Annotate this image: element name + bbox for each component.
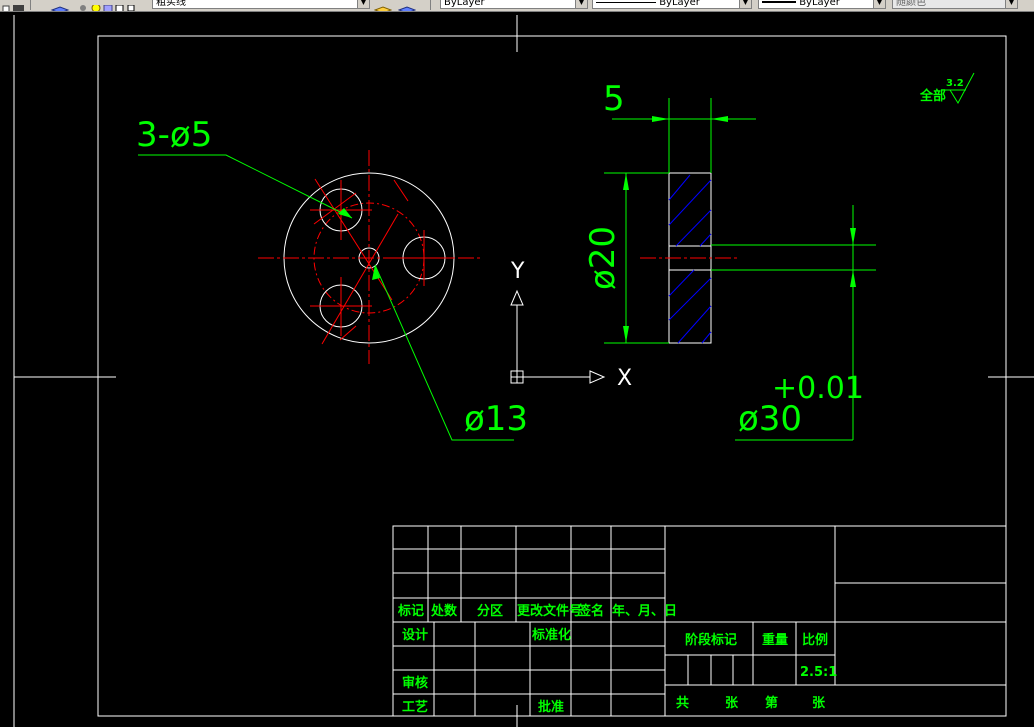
svg-text:共: 共 xyxy=(676,695,689,711)
svg-text:审核: 审核 xyxy=(402,675,428,691)
thickness-dimension: 5 xyxy=(603,79,625,119)
center-hole-dimension: ø13 xyxy=(464,399,528,439)
holes-dimension: 3-ø5 xyxy=(136,115,212,155)
centerlines xyxy=(258,150,480,364)
lineweight-dropdown[interactable]: ByLayer ▼ xyxy=(758,0,886,9)
svg-text:X: X xyxy=(617,366,632,391)
svg-text:阶段标记: 阶段标记 xyxy=(685,632,737,648)
svg-text:设计: 设计 xyxy=(402,627,428,643)
color-dropdown[interactable]: ByLayer ▼ xyxy=(440,0,588,9)
layers-icon[interactable] xyxy=(50,0,70,11)
svg-text:工艺: 工艺 xyxy=(402,699,428,715)
diameter-dimension: ø20 xyxy=(583,226,623,290)
svg-text:张: 张 xyxy=(725,696,739,711)
roughness-symbol: 全部 3.2 xyxy=(919,72,975,105)
front-view: 3-ø5 ø13 xyxy=(136,115,528,441)
svg-text:重量: 重量 xyxy=(762,632,788,648)
drawing-canvas[interactable]: 3-ø5 ø13 5 ø20 +0.01 ø30 全部 3.2 X Y 标记 处… xyxy=(0,12,1034,727)
chevron-down-icon[interactable]: ▼ xyxy=(357,0,369,8)
layer-dropdown[interactable]: 粗实线 ▼ xyxy=(152,0,370,9)
chevron-down-icon[interactable]: ▼ xyxy=(1005,0,1017,8)
svg-text:比例: 比例 xyxy=(802,632,828,648)
svg-text:分区: 分区 xyxy=(477,603,503,619)
svg-text:年、月、日: 年、月、日 xyxy=(612,603,677,619)
svg-text:张: 张 xyxy=(812,696,826,711)
layer-manager-button[interactable] xyxy=(0,0,26,11)
chevron-down-icon[interactable]: ▼ xyxy=(575,0,587,8)
properties-toolbar: 粗实线 ▼ ByLayer ▼ ByLayer ▼ ByLayer ▼ 随颜色 … xyxy=(0,0,1034,12)
linetype-dropdown[interactable]: ByLayer ▼ xyxy=(592,0,752,9)
svg-text:全部: 全部 xyxy=(919,88,946,104)
svg-text:标准化: 标准化 xyxy=(531,627,571,643)
layer-previous-icon[interactable] xyxy=(397,0,417,11)
plotstyle-dropdown[interactable]: 随颜色 ▼ xyxy=(892,0,1018,9)
svg-text:2.5:1: 2.5:1 xyxy=(800,665,837,680)
svg-text:第: 第 xyxy=(765,695,778,711)
svg-text:更改文件号: 更改文件号 xyxy=(517,603,582,619)
title-block xyxy=(392,525,1007,717)
svg-text:标记: 标记 xyxy=(397,603,424,619)
hatch xyxy=(668,174,712,344)
svg-text:3.2: 3.2 xyxy=(946,78,964,89)
svg-text:Y: Y xyxy=(510,259,525,284)
shaft-dimension: ø30 xyxy=(738,399,802,439)
chevron-down-icon[interactable]: ▼ xyxy=(739,0,751,8)
layer-state-icons[interactable] xyxy=(78,0,144,11)
svg-text:签名: 签名 xyxy=(577,603,604,619)
svg-text:批准: 批准 xyxy=(538,699,564,715)
svg-text:处数: 处数 xyxy=(430,603,458,619)
make-object-layer-current-icon[interactable] xyxy=(373,0,393,11)
chevron-down-icon[interactable]: ▼ xyxy=(873,0,885,8)
title-block-text: 标记 处数 分区 更改文件号 签名 年、月、日 设计 标准化 审核 工艺 批准 … xyxy=(397,603,837,715)
